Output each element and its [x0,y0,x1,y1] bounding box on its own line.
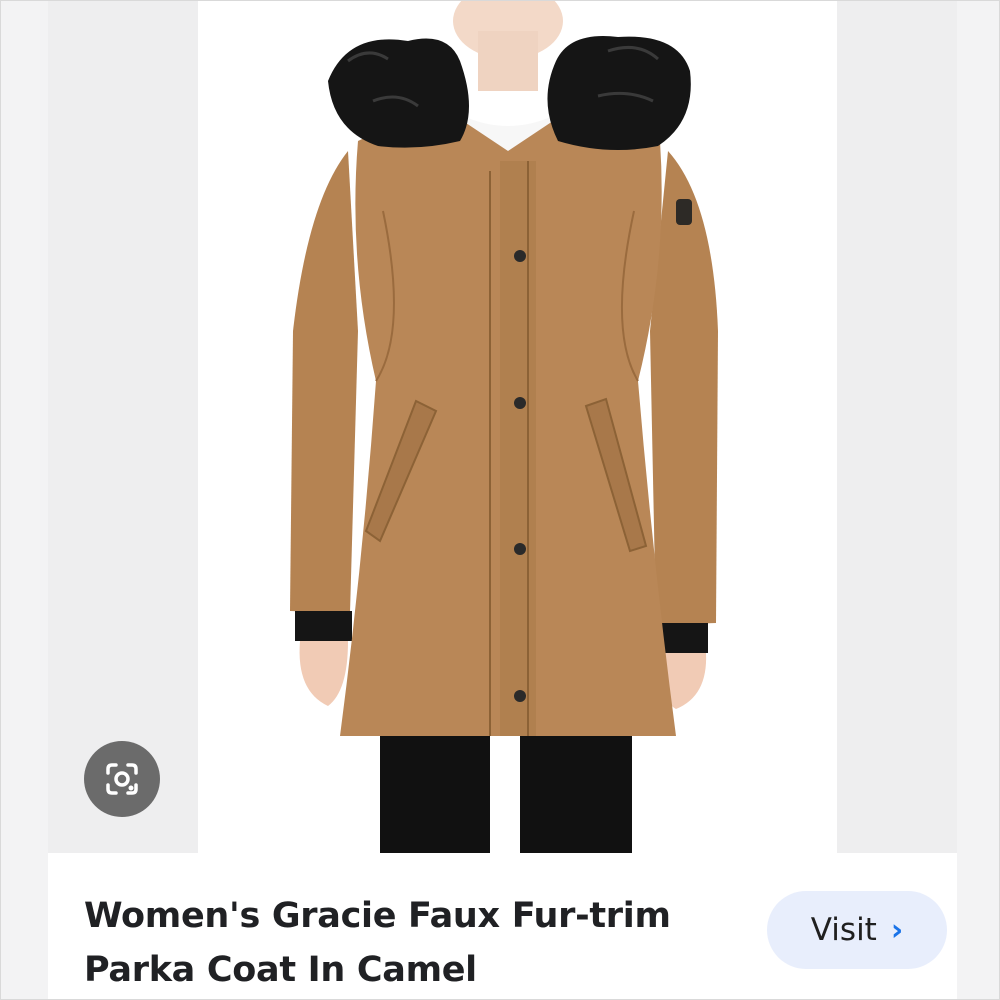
parka-illustration [290,1,718,853]
google-lens-button[interactable] [84,741,160,817]
product-title-line-2[interactable]: Parka Coat In Camel [84,950,477,990]
google-lens-icon [106,763,138,795]
product-title-line-1[interactable]: Women's Gracie Faux Fur-trim [84,896,671,936]
product-image[interactable] [198,1,837,853]
left-gallery-strip [48,1,198,853]
visit-label: Visit [810,912,877,948]
screenshot-frame: Women's Gracie Faux Fur-trim Parka Coat … [0,0,1000,1000]
chevron-right-icon: › [890,912,904,948]
product-info-card: Women's Gracie Faux Fur-trim Parka Coat … [48,853,957,999]
visit-button[interactable]: Visit › [767,891,947,969]
right-gallery-strip [837,1,957,853]
